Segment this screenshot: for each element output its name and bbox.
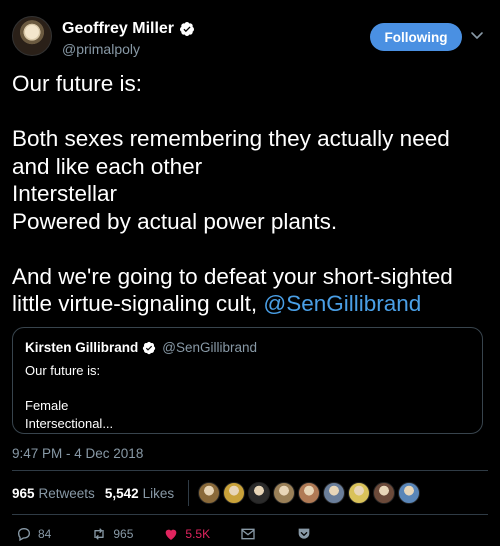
liker-avatar[interactable] — [298, 482, 321, 504]
liker-avatar[interactable] — [373, 482, 396, 504]
like-count: 5.5K — [185, 527, 211, 541]
pocket-save-icon — [298, 528, 310, 539]
liker-avatar[interactable] — [223, 482, 246, 504]
liker-avatar[interactable] — [248, 482, 271, 504]
likes-count: 5,542 — [104, 485, 139, 501]
quoted-tweet[interactable]: Kirsten Gillibrand @SenGillibrand Our fu… — [12, 327, 483, 434]
retweet-count: 965 — [113, 527, 134, 541]
quoted-author-row: Kirsten Gillibrand @SenGillibrand — [25, 340, 257, 355]
verified-badge-icon — [180, 22, 195, 36]
likes-stat[interactable]: 5,542 Likes — [105, 486, 174, 501]
quoted-tweet-text: Our future is: Female Intersectional... — [25, 363, 114, 431]
retweets-label: Retweets — [38, 485, 95, 501]
divider — [12, 470, 488, 471]
tweet-text-body: Both sexes remembering they actually nee… — [12, 126, 450, 234]
author-name-row[interactable]: Geoffrey Miller — [62, 20, 195, 38]
reply-icon — [17, 527, 31, 542]
retweet-button[interactable]: 965 — [91, 526, 133, 542]
verified-badge-icon — [143, 341, 156, 354]
following-button[interactable]: Following — [370, 23, 462, 51]
retweets-count: 965 — [12, 485, 35, 501]
liker-avatars — [195, 482, 421, 504]
chevron-down-icon[interactable] — [470, 28, 484, 42]
reply-count: 84 — [38, 527, 52, 541]
tweet-header: Geoffrey Miller @primalpoly Following — [12, 14, 488, 60]
stats-separator — [188, 480, 190, 506]
divider — [12, 514, 488, 515]
mention-link[interactable]: @SenGillibrand — [263, 291, 421, 316]
author-handle[interactable]: @primalpoly — [62, 41, 140, 57]
liker-avatar[interactable] — [323, 482, 346, 504]
tweet-text: Our future is: Both sexes remembering th… — [12, 70, 492, 318]
author-avatar[interactable] — [12, 16, 52, 56]
tweet-actions: 84 965 5.5K — [16, 524, 342, 544]
quoted-author-name: Kirsten Gillibrand — [25, 340, 139, 355]
liker-avatar[interactable] — [398, 482, 421, 504]
envelope-icon — [241, 528, 255, 540]
liker-avatar[interactable] — [348, 482, 371, 504]
tweet-text-first-line: Our future is: — [12, 71, 143, 96]
liker-avatar[interactable] — [273, 482, 296, 504]
retweets-stat[interactable]: 965 Retweets — [12, 486, 95, 501]
liker-avatar[interactable] — [198, 482, 221, 504]
tweet-stats: 965 Retweets 5,542 Likes — [12, 480, 421, 506]
bookmark-button[interactable] — [296, 526, 312, 542]
quoted-author-handle: @SenGillibrand — [162, 340, 258, 355]
author-name[interactable]: Geoffrey Miller — [62, 20, 174, 38]
reply-button[interactable]: 84 — [16, 526, 51, 542]
retweet-icon — [94, 528, 105, 540]
tweet-timestamp[interactable]: 9:47 PM - 4 Dec 2018 — [12, 446, 143, 461]
like-button[interactable]: 5.5K — [163, 526, 210, 542]
likes-label: Likes — [142, 485, 175, 501]
direct-message-button[interactable] — [240, 526, 256, 542]
heart-icon — [166, 529, 177, 540]
